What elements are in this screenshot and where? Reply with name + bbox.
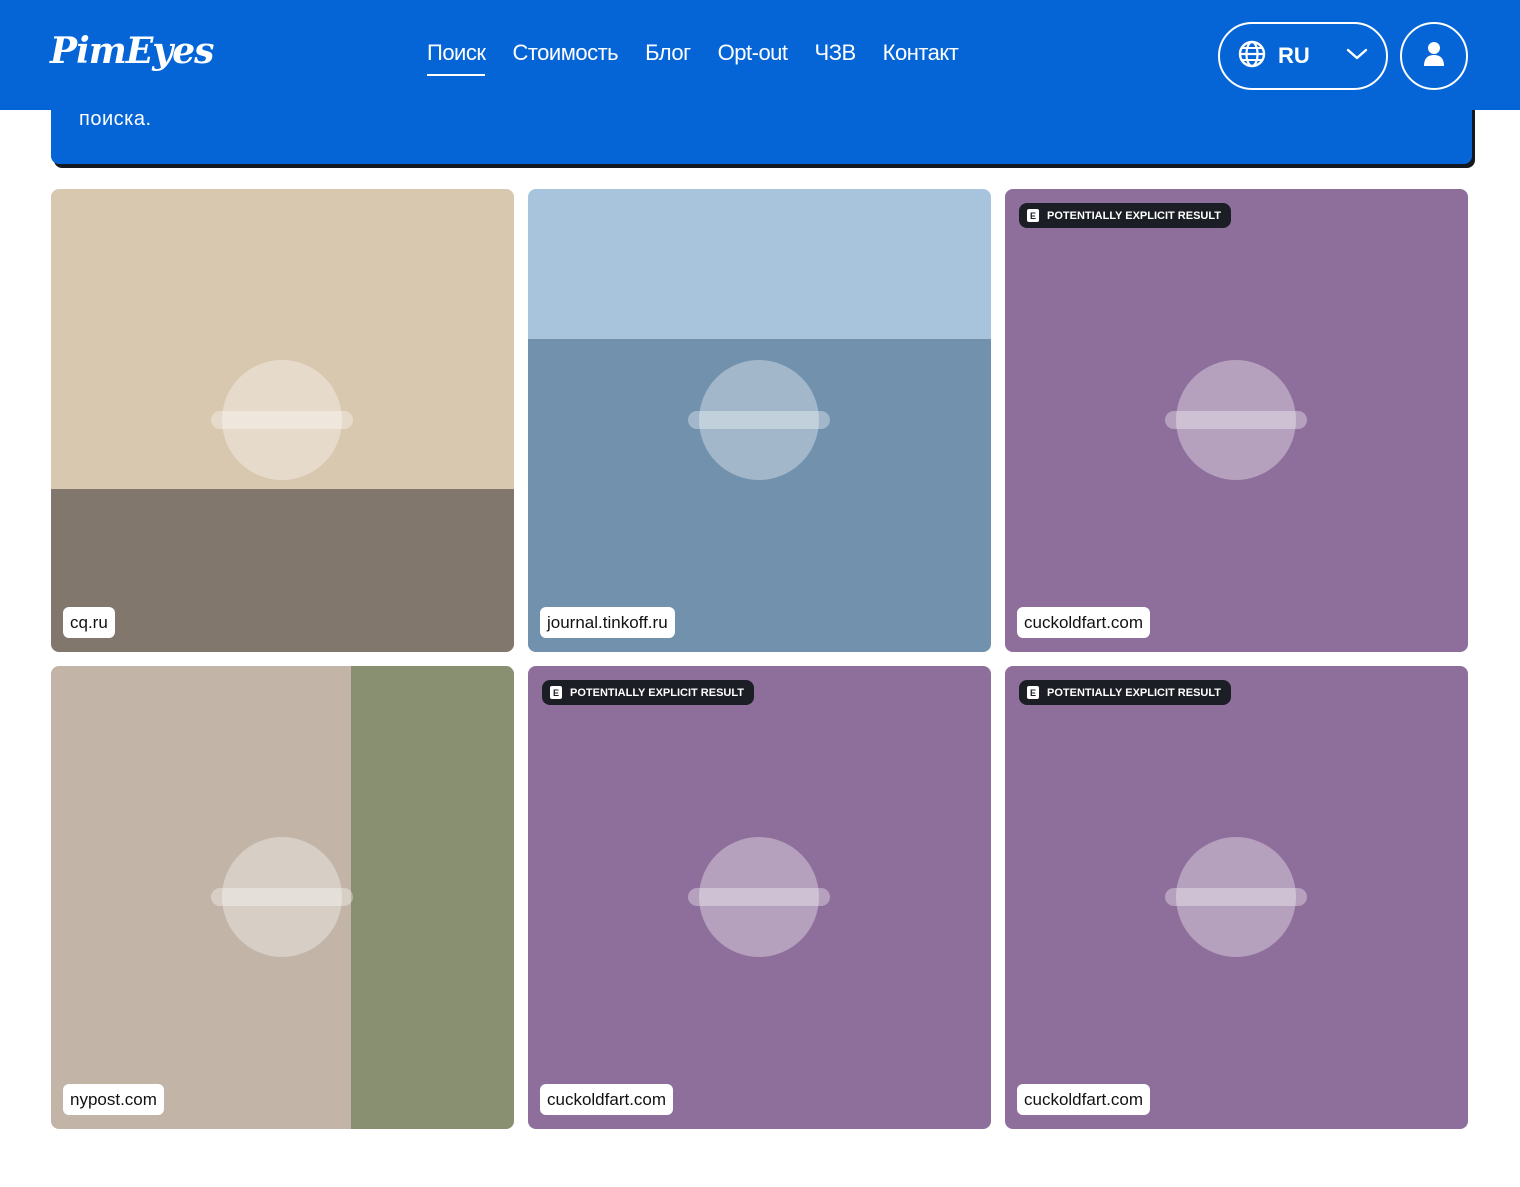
source-domain-label[interactable]: cuckoldfart.com (1017, 1084, 1151, 1115)
image-placeholder (1005, 189, 1468, 652)
image-placeholder (528, 189, 991, 652)
explicit-e-icon: E (1027, 209, 1039, 222)
explicit-badge-label: Potentially explicit result (1047, 209, 1221, 222)
result-tile[interactable]: nypost.com (51, 666, 514, 1129)
site-header: PimEyes Поиск Стоимость Блог Opt-out ЧЗВ… (0, 0, 1520, 110)
explicit-badge-label: Potentially explicit result (570, 686, 744, 699)
explicit-result-badge: E Potentially explicit result (1019, 680, 1231, 705)
explicit-badge-label: Potentially explicit result (1047, 686, 1221, 699)
explicit-result-badge: E Potentially explicit result (1019, 203, 1231, 228)
language-select[interactable]: RU (1218, 22, 1388, 90)
chevron-down-icon (1346, 47, 1368, 66)
result-tile[interactable]: E Potentially explicit result cuckoldfar… (1005, 189, 1468, 652)
nav-item-pricing[interactable]: Стоимость (512, 40, 618, 76)
result-tile[interactable]: E Potentially explicit result cuckoldfar… (1005, 666, 1468, 1129)
explicit-e-icon: E (550, 686, 562, 699)
source-domain-label[interactable]: cuckoldfart.com (540, 1084, 674, 1115)
nav-item-opt-out[interactable]: Opt-out (718, 40, 788, 76)
main-nav: Поиск Стоимость Блог Opt-out ЧЗВ Контакт (427, 40, 959, 76)
image-placeholder (528, 666, 991, 1129)
source-domain-label[interactable]: cq.ru (63, 607, 115, 638)
nav-item-contact[interactable]: Контакт (883, 40, 959, 76)
result-tile[interactable]: cq.ru (51, 189, 514, 652)
explicit-result-badge: E Potentially explicit result (542, 680, 754, 705)
source-domain-label[interactable]: nypost.com (63, 1084, 164, 1115)
source-domain-label[interactable]: journal.tinkoff.ru (540, 607, 675, 638)
result-tile[interactable]: E Potentially explicit result cuckoldfar… (528, 666, 991, 1129)
nav-item-faq[interactable]: ЧЗВ (815, 40, 857, 76)
image-placeholder (51, 189, 514, 652)
image-placeholder (51, 666, 514, 1129)
user-account-button[interactable] (1400, 22, 1468, 90)
language-selected-value: RU (1278, 43, 1310, 68)
explicit-e-icon: E (1027, 686, 1039, 699)
notice-text: поиска. (79, 108, 152, 130)
image-placeholder (1005, 666, 1468, 1129)
source-domain-label[interactable]: cuckoldfart.com (1017, 607, 1151, 638)
nav-item-blog[interactable]: Блог (645, 40, 691, 76)
result-tile[interactable]: journal.tinkoff.ru (528, 189, 991, 652)
pimeyes-logo[interactable]: PimEyes (50, 30, 214, 72)
results-grid: cq.ru journal.tinkoff.ru E Potentially e… (51, 189, 1468, 1129)
globe-icon (1238, 40, 1266, 73)
nav-item-search[interactable]: Поиск (427, 40, 486, 76)
user-icon (1423, 41, 1445, 72)
